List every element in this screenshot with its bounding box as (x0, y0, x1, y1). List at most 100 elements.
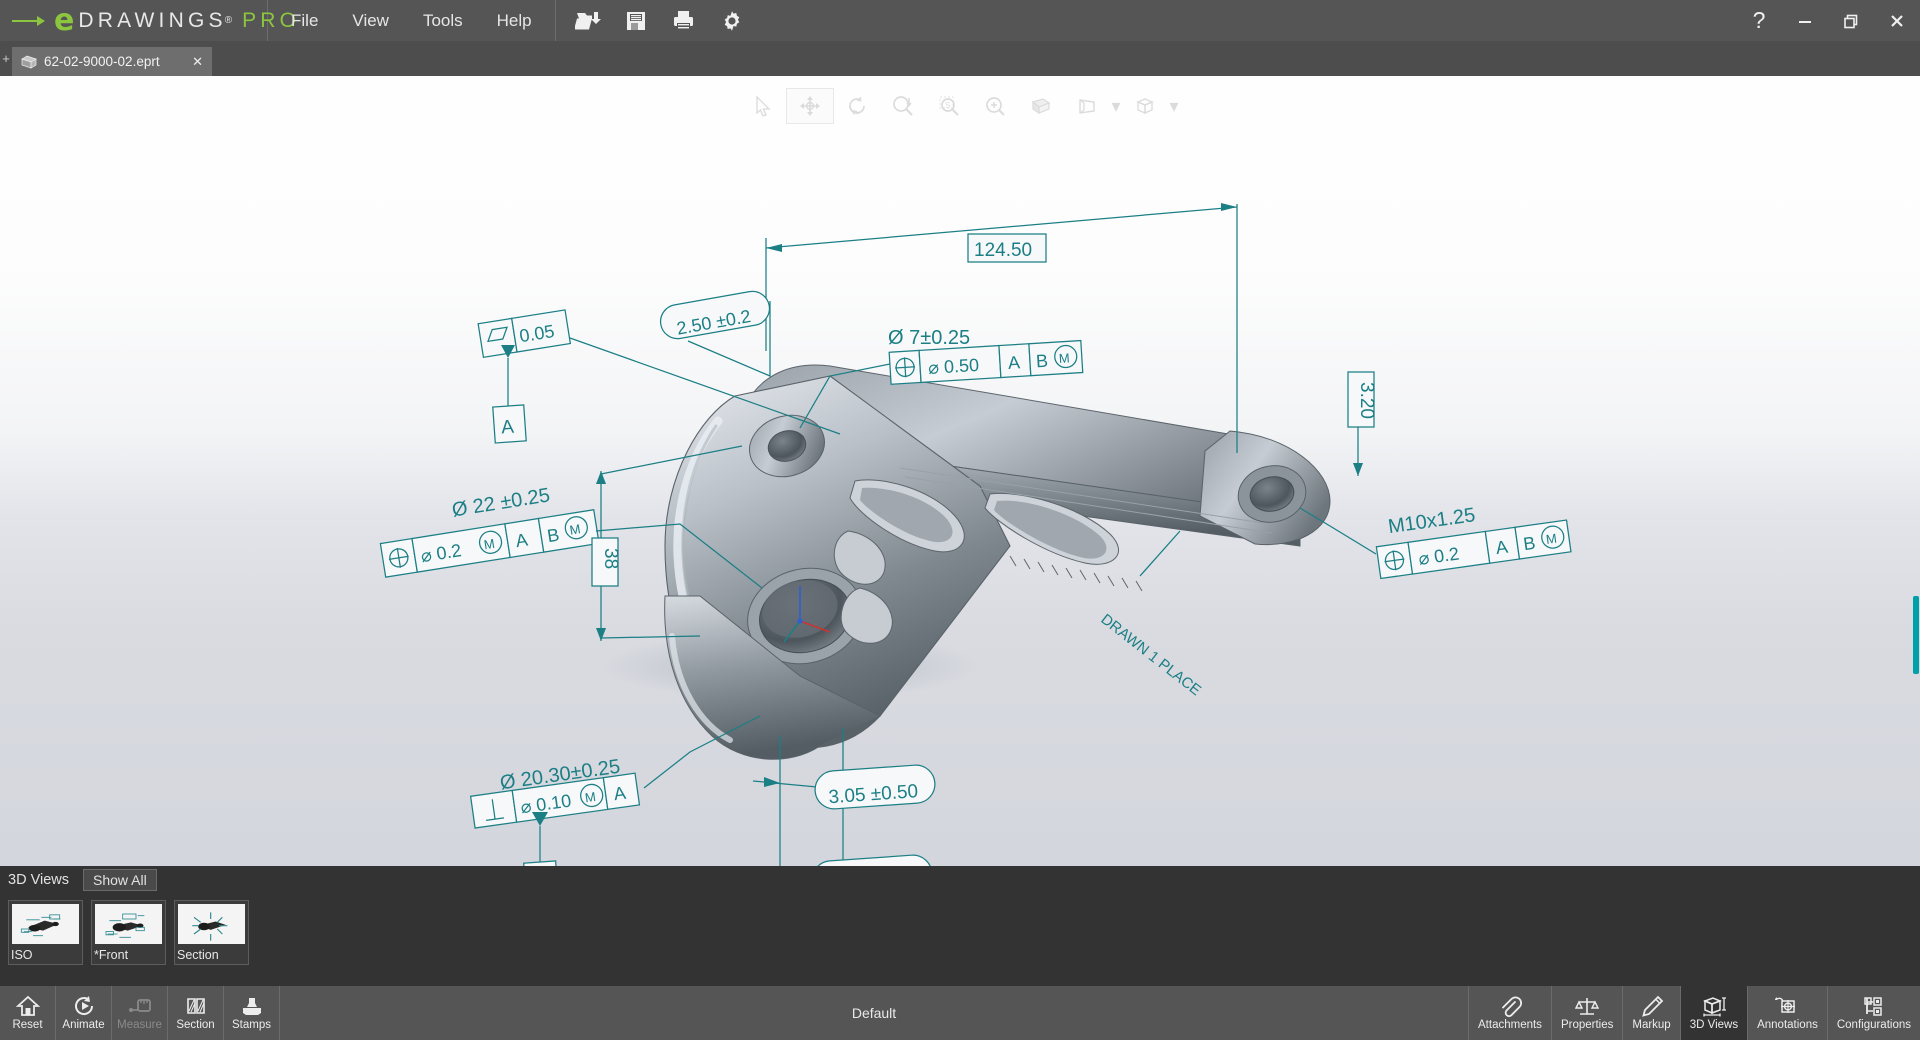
annotation-thk-2-50: 2.50 ±0.2 (659, 290, 771, 377)
stamp-icon (242, 998, 261, 1015)
measure-icon (128, 999, 151, 1012)
menu-view[interactable]: View (335, 0, 406, 41)
view-card-section[interactable]: Section (174, 900, 249, 965)
print-icon (674, 10, 694, 31)
document-tab[interactable]: 62-02-9000-02.eprt ✕ (12, 47, 212, 76)
options-button[interactable] (708, 0, 756, 41)
properties-button[interactable]: Properties (1550, 986, 1622, 1040)
three-d-views-button[interactable]: 3D Views (1679, 986, 1748, 1040)
open-icon (574, 11, 601, 29)
view-card-iso[interactable]: ISO (8, 900, 83, 965)
dim-text-124-50: 124.50 (974, 240, 1032, 261)
stamps-label: Stamps (232, 1019, 271, 1031)
dim-text-m10: M10x1.25 (1387, 504, 1477, 538)
annotation-target-icon (1775, 997, 1796, 1013)
registered-mark: ® (224, 15, 233, 26)
save-icon (626, 11, 645, 30)
menu-help[interactable]: Help (480, 0, 549, 41)
view-thumbnail-front (95, 904, 162, 944)
bottom-toolbar: Reset Animate Measure Section Stamps Def… (0, 986, 1920, 1040)
measure-button[interactable]: Measure (112, 986, 168, 1040)
annotation-dim-9-65: 9.65 ±0.50 (811, 854, 933, 866)
views-panel-header: 3D Views Show All (0, 866, 1920, 894)
restore-icon (1844, 14, 1858, 28)
dim-text-3-20: 3.20 (1356, 382, 1377, 419)
svg-text:M: M (584, 789, 597, 805)
titlebar-spacer (756, 0, 1736, 41)
close-button[interactable] (1874, 0, 1920, 41)
model-canvas[interactable]: S ▾ ▾ 124.50 2.50 ±0.2 0.05 A Ø 7±0.25 ⌀… (0, 76, 1920, 866)
show-all-button[interactable]: Show All (82, 869, 157, 891)
restore-button[interactable] (1828, 0, 1874, 41)
document-tab-bar: + 62-02-9000-02.eprt ✕ (0, 41, 1920, 76)
animate-label: Animate (62, 1019, 105, 1031)
annotation-thread-m10: M10x1.25 ⌀ 0.2 A B M (1299, 504, 1572, 580)
app-logo: e DRAWINGS ® PRO (0, 0, 296, 41)
section-button[interactable]: Section (168, 986, 224, 1040)
help-button[interactable]: ? (1736, 0, 1782, 41)
view-label-front: *Front (94, 948, 129, 962)
scales-icon (1575, 998, 1600, 1015)
section-icon (186, 998, 205, 1014)
bottom-right-tabs: Attachments Properties Markup 3D Views A… (1468, 986, 1920, 1040)
minimize-button[interactable] (1782, 0, 1828, 41)
title-bar: e DRAWINGS ® PRO File View Tools Help ? (0, 0, 1920, 41)
svg-text:⌀ 0.50: ⌀ 0.50 (928, 355, 980, 378)
part-drawing: 124.50 2.50 ±0.2 0.05 A Ø 7±0.25 ⌀ 0.50 … (379, 203, 1572, 866)
stamps-button[interactable]: Stamps (224, 986, 280, 1040)
markup-label: Markup (1632, 1019, 1671, 1031)
measure-label: Measure (117, 1019, 162, 1031)
views-thumbnail-strip: ISO *Front Section (0, 894, 1920, 965)
logo-wordmark: DRAWINGS (78, 8, 227, 32)
annotation-dia-20-30: Ø 20.30±0.25 ⌀ 0.10 M A B (469, 715, 761, 866)
scrollbar-thumb[interactable] (1913, 596, 1919, 674)
paperclip-icon (1502, 996, 1522, 1017)
reset-button[interactable]: Reset (0, 986, 56, 1040)
svg-text:M: M (1545, 531, 1558, 547)
new-tab-button[interactable]: + (0, 41, 12, 76)
part-geometry (664, 364, 1331, 760)
cube-dimension-icon (1702, 997, 1726, 1017)
tab-close-icon[interactable]: ✕ (180, 54, 203, 70)
gear-icon (724, 10, 739, 31)
properties-label: Properties (1560, 1019, 1614, 1031)
menu-file[interactable]: File (274, 0, 335, 41)
title-toolbar (556, 0, 756, 41)
annotations-button[interactable]: Annotations (1747, 986, 1827, 1040)
open-button[interactable] (564, 0, 612, 41)
view-thumbnail-iso (12, 904, 79, 944)
svg-text:M: M (1058, 350, 1070, 366)
window-controls (1782, 0, 1920, 41)
svg-text:M: M (483, 536, 496, 553)
dim-text-dia-22: Ø 22 ±0.25 (450, 484, 551, 521)
views-panel-title: 3D Views (8, 872, 69, 888)
markup-button[interactable]: Markup (1622, 986, 1679, 1040)
document-tab-label: 62-02-9000-02.eprt (44, 54, 160, 69)
attachments-button[interactable]: Attachments (1468, 986, 1551, 1040)
annotations-label: Annotations (1757, 1019, 1818, 1031)
arrow-icon (12, 14, 48, 28)
pencil-icon (1641, 995, 1663, 1017)
canvas-vertical-scrollbar[interactable] (1912, 76, 1920, 866)
three-d-views-label: 3D Views (1689, 1019, 1739, 1031)
new-tab-glyph: + (2, 51, 10, 66)
menu-bar: File View Tools Help (268, 0, 556, 41)
note-text-diagonal: DRAWN 1 PLACE (1098, 611, 1205, 699)
save-button[interactable] (612, 0, 660, 41)
animate-rotate-icon (74, 996, 93, 1015)
reset-label: Reset (12, 1019, 43, 1031)
annotation-thk-3-20: 3.20 (1347, 371, 1377, 476)
configurations-icon (1864, 997, 1882, 1016)
annotation-dim-3-05: 3.05 ±0.50 (752, 728, 936, 866)
view-card-front[interactable]: *Front (91, 900, 166, 965)
three-d-views-panel: 3D Views Show All ISO *Front Section (0, 866, 1920, 986)
dim-text-dia-7: Ø 7±0.25 (888, 327, 970, 349)
configurations-button[interactable]: Configurations (1826, 986, 1920, 1040)
svg-text:B: B (1035, 351, 1048, 372)
view-thumbnail-section (178, 904, 245, 944)
print-button[interactable] (660, 0, 708, 41)
animate-button[interactable]: Animate (56, 986, 112, 1040)
svg-text:A: A (1007, 352, 1020, 373)
datum-text-a-top: A (501, 417, 515, 439)
menu-tools[interactable]: Tools (406, 0, 480, 41)
